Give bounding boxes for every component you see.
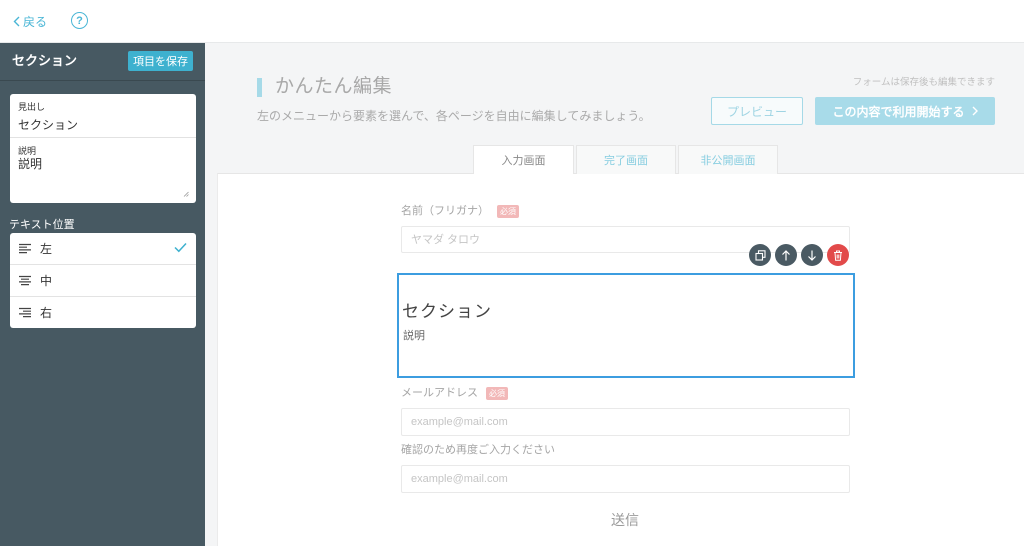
description-field[interactable]: 説明: [18, 157, 188, 193]
arrow-down-icon: [808, 250, 816, 261]
checkmark-icon: [174, 242, 187, 253]
copy-icon: [754, 249, 766, 261]
resize-handle-icon[interactable]: [183, 191, 189, 197]
move-up-button[interactable]: [775, 244, 797, 266]
align-right-icon: [19, 307, 31, 318]
required-badge: 必須: [497, 205, 519, 218]
email-input[interactable]: [401, 408, 850, 436]
tab-private[interactable]: 非公開画面: [678, 145, 778, 174]
top-bar: [0, 0, 1024, 43]
field-divider: [10, 137, 196, 138]
help-glyph: ?: [76, 14, 83, 27]
move-down-button[interactable]: [801, 244, 823, 266]
preview-button[interactable]: プレビュー: [711, 97, 803, 125]
text-position-left[interactable]: 左: [10, 233, 196, 265]
section-heading: セクション: [402, 302, 492, 321]
text-position-label: テキスト位置: [9, 219, 75, 231]
trash-icon: [834, 250, 842, 261]
copy-button[interactable]: [749, 244, 771, 266]
text-position-center[interactable]: 中: [10, 265, 196, 297]
tab-complete[interactable]: 完了画面: [576, 145, 676, 174]
back-link[interactable]: 戻る: [13, 13, 47, 29]
start-using-button[interactable]: この内容で利用開始する: [815, 97, 995, 125]
page-subtitle: 左のメニューから要素を選んで、各ページを自由に編集してみましょう。: [257, 109, 651, 123]
description-field-label: 説明: [18, 146, 37, 156]
tab-input[interactable]: 入力画面: [473, 145, 574, 174]
sidebar-divider: [0, 80, 205, 81]
back-label: 戻る: [23, 14, 48, 29]
delete-button[interactable]: [827, 244, 849, 266]
text-position-label-center: 中: [40, 274, 53, 288]
help-circle-icon[interactable]: ?: [71, 12, 88, 29]
arrow-up-icon: [782, 249, 790, 260]
text-position-label-left: 左: [40, 242, 53, 256]
chevron-right-icon: [972, 106, 978, 116]
text-position-list: 左 中 右: [10, 233, 196, 328]
align-left-icon: [19, 243, 31, 254]
required-badge: 必須: [486, 387, 508, 400]
chevron-left-icon: [13, 16, 20, 26]
heading-field[interactable]: [18, 115, 188, 133]
sidebar-title: セクション: [12, 53, 78, 68]
section-description: 説明: [403, 330, 425, 342]
title-accent-bar: [257, 78, 262, 97]
heading-field-label: 見出し: [18, 102, 46, 112]
save-note: フォームは保存後も編集できます: [852, 77, 995, 88]
text-position-label-right: 右: [40, 306, 53, 320]
save-item-button[interactable]: 項目を保存: [128, 51, 193, 71]
page-title: かんたん編集: [275, 76, 393, 97]
align-center-icon: [19, 275, 31, 286]
email-confirm-label: 確認のため再度ご入力ください: [401, 444, 555, 456]
selected-section[interactable]: [397, 273, 855, 378]
email-confirm-input[interactable]: [401, 465, 850, 493]
start-using-label: この内容で利用開始する: [832, 104, 965, 119]
text-position-right[interactable]: 右: [10, 297, 196, 328]
submit-button[interactable]: 送信: [590, 511, 660, 529]
section-settings-card: 見出し 説明 説明: [10, 94, 196, 203]
name-kana-label: 名前（フリガナ）: [401, 205, 489, 217]
email-label: メールアドレス: [401, 387, 478, 399]
